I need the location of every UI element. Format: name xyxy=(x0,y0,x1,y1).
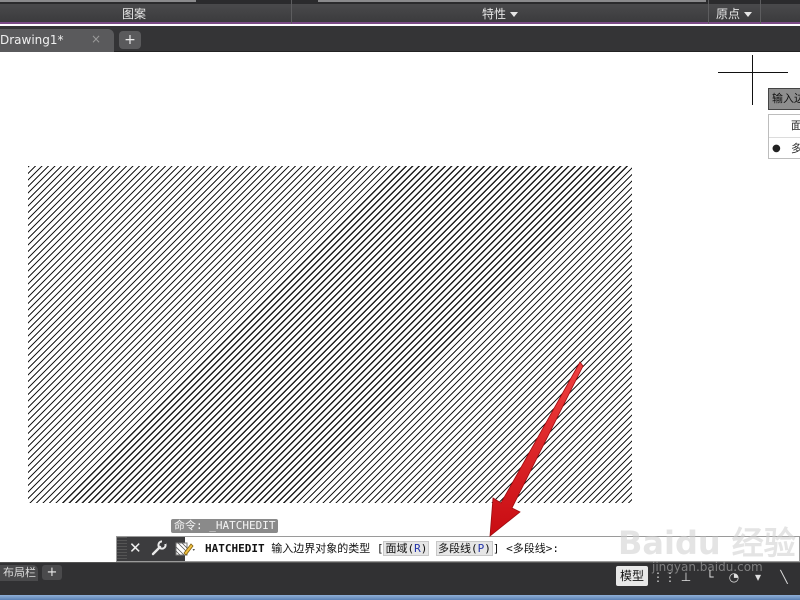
close-icon[interactable]: ✕ xyxy=(129,539,142,557)
ribbon-panel-properties[interactable]: 特性 xyxy=(292,4,708,24)
chevron-down-icon xyxy=(744,12,752,17)
ribbon-panel-bar: 图案 特性 原点 xyxy=(0,0,800,24)
snap-icon[interactable]: ⊥ xyxy=(676,567,696,587)
ortho-icon[interactable]: └ xyxy=(700,567,720,587)
option-label: 多段线( xyxy=(437,542,478,555)
ribbon-separator xyxy=(760,0,761,24)
hatch-edit-icon[interactable] xyxy=(175,539,197,559)
chevron-down-icon xyxy=(510,12,518,17)
command-prompt: 输入边界对象的类型 [ xyxy=(271,542,384,555)
file-tab-label: Drawing1* xyxy=(0,33,64,47)
crosshair-cursor-icon xyxy=(718,72,788,73)
plus-icon: + xyxy=(46,565,58,580)
dynamic-menu-item-region[interactable]: 面 xyxy=(769,115,800,137)
layout-tab-label: 布局栏 xyxy=(3,566,36,579)
command-name: HATCHEDIT xyxy=(205,542,265,555)
grid-icon[interactable]: ⋮⋮ xyxy=(652,567,676,587)
crosshair-cursor-icon xyxy=(752,55,753,105)
ribbon-panel-origin-label: 原点 xyxy=(715,7,740,21)
selected-bullet-icon: ● xyxy=(772,143,781,154)
osnap-icon[interactable]: ╲ xyxy=(774,567,794,587)
dynamic-menu-item-label: 面 xyxy=(791,119,800,132)
layout-tab[interactable]: 布局栏 xyxy=(0,565,38,581)
model-space-label: 模型 xyxy=(619,569,644,583)
ribbon-panel-origin[interactable]: 原点 xyxy=(709,4,759,24)
new-tab-button[interactable]: + xyxy=(119,31,141,49)
add-layout-button[interactable]: + xyxy=(42,565,62,580)
os-taskbar-edge xyxy=(0,595,800,600)
ribbon-panel-properties-label: 特性 xyxy=(481,7,506,21)
dynamic-menu-item-label: 多 xyxy=(791,142,800,155)
file-tab-drawing1[interactable]: Drawing1* × xyxy=(0,29,114,52)
dynamic-input-menu: 面 ● 多 xyxy=(768,114,800,159)
close-icon[interactable]: × xyxy=(91,32,101,46)
option-label: 面域( xyxy=(385,542,415,555)
command-history-line: 命令: _HATCHEDIT xyxy=(171,519,279,533)
option-close: ) xyxy=(420,542,428,555)
command-prompt-text: HATCHEDIT 输入边界对象的类型 [面域(R) 多段线(P)] <多段线>… xyxy=(205,541,559,557)
option-region-button[interactable]: 面域(R) xyxy=(383,541,430,556)
polar-icon[interactable]: ◔ xyxy=(724,567,744,587)
option-key: R xyxy=(414,542,421,555)
dynamic-input-header: 输入边 xyxy=(768,88,800,110)
drag-handle-icon[interactable] xyxy=(117,537,127,561)
ribbon-panel-pattern-label: 图案 xyxy=(121,7,146,21)
ribbon-panel-pattern[interactable]: 图案 xyxy=(0,4,268,24)
command-line[interactable]: ✕ HATCHEDIT 输入边界对象的类型 [面域(R) 多段线(P)] <多段… xyxy=(116,536,800,562)
command-suffix: ] <多段线>: xyxy=(492,542,559,555)
plus-icon: + xyxy=(124,32,136,48)
wrench-icon[interactable] xyxy=(149,538,169,558)
hatch-pattern-object[interactable] xyxy=(28,166,632,503)
option-close: ) xyxy=(484,542,491,555)
option-polyline-button[interactable]: 多段线(P) xyxy=(435,541,493,556)
dynamic-menu-item-polyline[interactable]: ● 多 xyxy=(769,138,800,160)
dynamic-input-header-label: 输入边 xyxy=(772,92,800,105)
model-space-button[interactable]: 模型 xyxy=(616,566,648,586)
file-tab-strip: Drawing1* × + xyxy=(0,26,800,52)
chevron-down-icon[interactable]: ▾ xyxy=(748,567,768,587)
